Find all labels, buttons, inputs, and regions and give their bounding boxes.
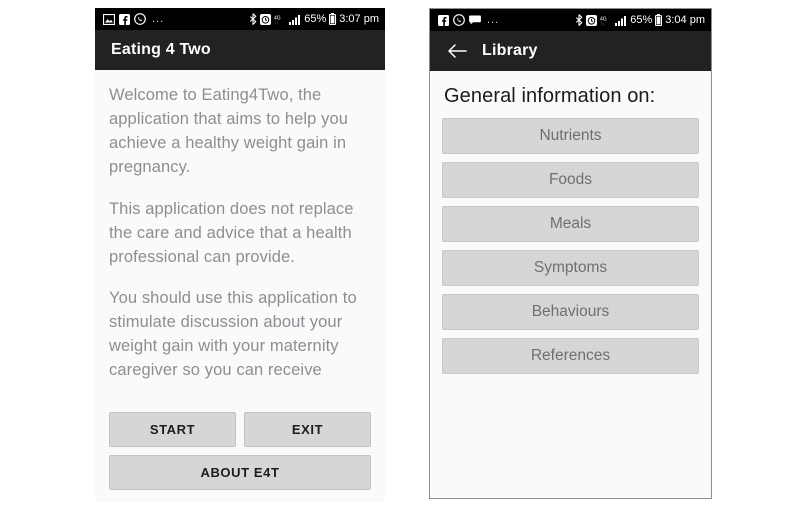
signal-bars-icon bbox=[615, 15, 627, 26]
status-bar-right-right-icons: 4G ↑↓ 65% 3:04 pm bbox=[575, 14, 705, 26]
library-button-behaviours[interactable]: Behaviours bbox=[442, 294, 699, 330]
network-type-icon: 4G ↑↓ bbox=[274, 14, 286, 25]
bluetooth-icon bbox=[575, 14, 583, 26]
library-button-nutrients[interactable]: Nutrients bbox=[442, 118, 699, 154]
status-bar-left-icons: ... bbox=[103, 13, 164, 25]
app-bar-right: Library bbox=[430, 31, 711, 71]
status-bar-clock: 3:04 pm bbox=[665, 13, 705, 26]
intro-paragraph-3: You should use this application to stimu… bbox=[109, 289, 357, 380]
status-bar-left: ... 4G ↑↓ 65% 3:07 pm bbox=[95, 8, 385, 30]
bluetooth-icon bbox=[249, 13, 257, 25]
alarm-icon bbox=[260, 13, 272, 25]
start-button[interactable]: START bbox=[109, 412, 236, 447]
library-title: Library bbox=[482, 42, 538, 59]
welcome-screen-body: Welcome to Eating4Two, the application t… bbox=[95, 70, 385, 502]
phone-screenshot-right: ... 4G ↑↓ 65% 3:04 pm Library General in… bbox=[429, 8, 712, 499]
svg-text:↑↓: ↑↓ bbox=[274, 20, 279, 25]
intro-paragraph-1: Welcome to Eating4Two, the application t… bbox=[109, 86, 349, 176]
battery-icon bbox=[329, 13, 337, 25]
phone-screenshot-left: ... 4G ↑↓ 65% 3:07 pm Eating 4 Two Welco… bbox=[95, 8, 385, 502]
library-button-foods[interactable]: Foods bbox=[442, 162, 699, 198]
battery-percent-label: 65% bbox=[630, 13, 653, 26]
status-bar-right-left-icons: ... bbox=[438, 14, 499, 26]
photo-icon bbox=[103, 13, 115, 25]
battery-percent-label: 65% bbox=[304, 12, 327, 25]
facebook-icon bbox=[438, 14, 449, 26]
exit-button[interactable]: EXIT bbox=[244, 412, 371, 447]
app-bar-left: Eating 4 Two bbox=[95, 30, 385, 70]
status-bar-right-icons: 4G ↑↓ 65% 3:07 pm bbox=[249, 13, 379, 25]
library-button-symptoms[interactable]: Symptoms bbox=[442, 250, 699, 286]
welcome-button-area: START EXIT ABOUT E4T bbox=[109, 412, 371, 490]
facebook-icon bbox=[119, 13, 130, 25]
library-button-meals[interactable]: Meals bbox=[442, 206, 699, 242]
about-e4t-button[interactable]: ABOUT E4T bbox=[109, 455, 371, 490]
whatsapp-icon bbox=[134, 13, 146, 25]
whatsapp-icon bbox=[453, 14, 465, 26]
primary-button-row: START EXIT bbox=[109, 412, 371, 447]
status-overflow-dots: ... bbox=[152, 13, 165, 25]
app-title: Eating 4 Two bbox=[111, 41, 211, 58]
screenshot-canvas: ... 4G ↑↓ 65% 3:07 pm Eating 4 Two Welco… bbox=[0, 0, 800, 506]
svg-text:↑↓: ↑↓ bbox=[600, 21, 605, 26]
back-arrow-icon[interactable] bbox=[446, 40, 468, 62]
signal-bars-icon bbox=[289, 14, 301, 25]
library-screen-body: General information on: Nutrients Foods … bbox=[430, 71, 711, 498]
battery-icon bbox=[655, 14, 663, 26]
alarm-icon bbox=[586, 14, 598, 26]
intro-paragraph-2: This application does not replace the ca… bbox=[109, 199, 354, 266]
status-overflow-dots: ... bbox=[487, 14, 500, 26]
library-heading: General information on: bbox=[444, 85, 656, 107]
network-type-icon: 4G ↑↓ bbox=[600, 15, 612, 26]
message-icon bbox=[469, 15, 481, 25]
status-bar-right: ... 4G ↑↓ 65% 3:04 pm bbox=[430, 9, 711, 31]
status-bar-clock: 3:07 pm bbox=[339, 12, 379, 25]
library-button-references[interactable]: References bbox=[442, 338, 699, 374]
